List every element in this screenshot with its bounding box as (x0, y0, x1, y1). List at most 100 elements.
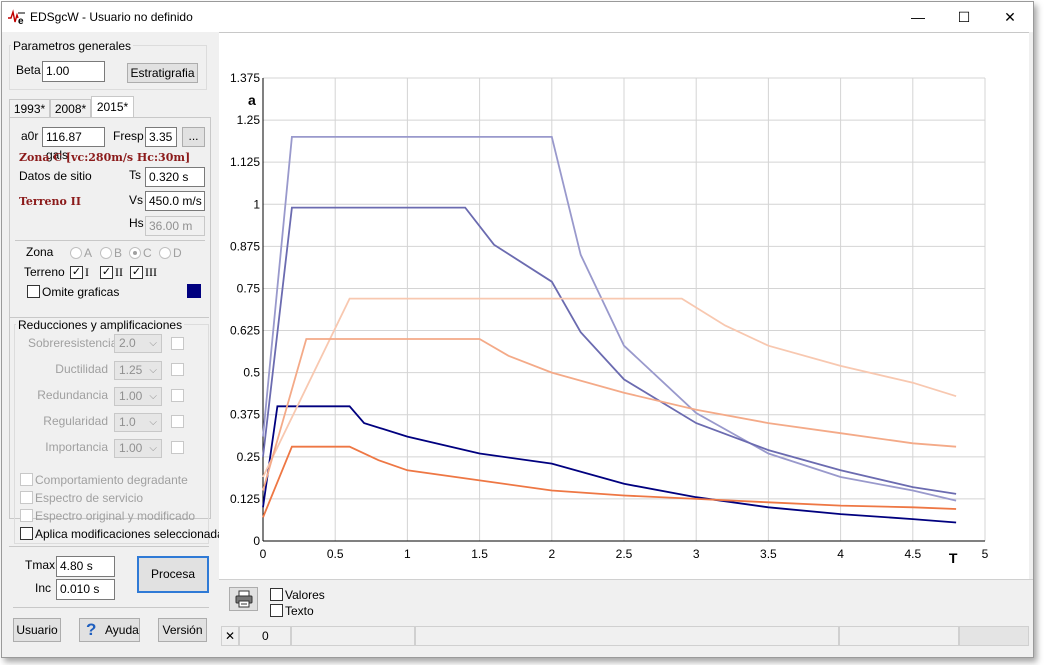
status-panel (415, 626, 839, 646)
a0r-label: a0r (21, 129, 39, 143)
valores-checkbox[interactable] (270, 588, 283, 601)
window-title: EDSgcW - Usuario no definido (30, 10, 193, 24)
y-tick-label: 0.875 (230, 239, 260, 253)
redundancia-label: Redundancia (37, 388, 108, 402)
parametros-label: Parametros generales (11, 39, 134, 53)
tmax-label: Tmax (25, 558, 55, 572)
a0r-input[interactable]: 116.87 gals (42, 127, 105, 162)
status-panel (839, 626, 959, 646)
beta-input[interactable]: 1.00 (42, 61, 105, 82)
status-close-icon[interactable]: ✕ (221, 626, 239, 646)
x-tick-label: 0 (260, 547, 267, 561)
zona-radio-c[interactable] (129, 247, 141, 259)
terreno-cb-iii[interactable]: ✓ (130, 266, 143, 279)
ductilidad-select: 1.25 ⌵ (114, 361, 162, 380)
series-line-1 (262, 136, 957, 502)
ayuda-button[interactable]: ? Ayuda (79, 618, 140, 642)
y-tick-label: 1.25 (237, 113, 261, 127)
x-tick-label: 1 (404, 547, 411, 561)
status-panel (959, 626, 1029, 646)
maximize-button[interactable]: ☐ (941, 2, 987, 32)
texto-label: Texto (285, 604, 314, 618)
ts-input[interactable]: 0.320 s (145, 167, 205, 187)
omite-graficas-label: Omite graficas (42, 285, 120, 299)
aplica-modificaciones-checkbox[interactable] (20, 527, 33, 540)
app-logo-icon: e (8, 9, 25, 25)
importancia-value: 1.00 (119, 441, 143, 455)
terreno-option-ii: II (115, 265, 123, 279)
espectro-original-checkbox (20, 509, 33, 522)
divider (13, 607, 209, 608)
svg-text:e: e (18, 16, 24, 25)
x-tick-label: 4 (837, 547, 844, 561)
left-panel: Parametros generales Beta 1.00 Estratigr… (2, 32, 230, 657)
zona-info: Zona C [vc:280m/s Hc:30m] (19, 151, 191, 164)
terreno-cb-ii[interactable]: ✓ (100, 266, 113, 279)
inc-input[interactable]: 0.010 s (56, 579, 115, 600)
usuario-button[interactable]: Usuario (13, 618, 61, 642)
status-bar: ✕ 0 (219, 626, 1033, 648)
sobreresistencia-checkbox (171, 337, 184, 350)
version-button[interactable]: Versión (158, 618, 207, 642)
x-tick-label: 3.5 (760, 547, 777, 561)
divider (15, 240, 205, 241)
y-tick-label: 0.375 (230, 408, 260, 422)
y-tick-label: 1 (253, 197, 260, 211)
status-panel (291, 626, 415, 646)
texto-checkbox[interactable] (270, 604, 283, 617)
spectrum-chart: 0 0.5 1 1.5 2 2.5 3 3.5 4 4.5 5 0 0.125 0.25 0.375 0.5 0… (230, 71, 989, 566)
series-line-4 (262, 297, 957, 478)
chevron-down-icon: ⌵ (149, 417, 157, 428)
sobreresistencia-value: 2.0 (119, 336, 136, 350)
zona-radio-b[interactable] (100, 247, 112, 259)
ts-label: Ts (129, 168, 141, 182)
inc-label: Inc (35, 581, 52, 595)
terreno-label: Terreno (24, 265, 65, 279)
divider (9, 546, 209, 547)
ayuda-label: Ayuda (105, 623, 139, 637)
minimize-button[interactable]: — (895, 2, 941, 32)
chevron-down-icon: ⌵ (149, 391, 157, 402)
importancia-checkbox (171, 441, 184, 454)
x-tick-label: 0.5 (327, 547, 344, 561)
beta-label: Beta (16, 63, 41, 77)
color-swatch[interactable] (187, 284, 201, 298)
zona-option-b: B (114, 246, 123, 260)
hs-label: Hs (129, 216, 144, 230)
zona-option-c: C (143, 246, 152, 260)
print-button[interactable] (229, 587, 258, 611)
zona-option-d: D (173, 246, 182, 260)
vs-label: Vs (129, 193, 144, 207)
chart-options-bar: Valores Texto (219, 579, 1033, 626)
comportamiento-degradante-label: Comportamiento degradante (35, 473, 188, 487)
x-axis-label: T (949, 550, 958, 566)
importancia-select: 1.00 ⌵ (114, 439, 162, 458)
vs-input[interactable]: 450.0 m/s (145, 191, 205, 211)
printer-icon (235, 590, 252, 608)
terreno-cb-i[interactable]: ✓ (70, 266, 83, 279)
redundancia-select: 1.00 ⌵ (114, 387, 162, 406)
estratigrafia-button[interactable]: Estratigrafia (127, 63, 198, 83)
y-tick-label: 0.125 (230, 492, 260, 506)
fresp-label: Fresp (113, 129, 144, 143)
terreno-option-i: I (85, 265, 89, 279)
hs-input: 36.00 m (145, 216, 205, 236)
zona-radio-d[interactable] (159, 247, 171, 259)
chevron-down-icon: ⌵ (149, 338, 157, 349)
procesa-button[interactable]: Procesa (137, 556, 209, 593)
tab-1993[interactable]: 1993* (9, 99, 50, 117)
espectro-servicio-label: Espectro de servicio (35, 491, 144, 505)
status-count: 0 (239, 626, 291, 646)
omite-graficas-checkbox[interactable] (27, 285, 40, 298)
aplica-modificaciones-label: Aplica modificaciones seleccionadas (35, 527, 230, 541)
tab-2008[interactable]: 2008* (50, 99, 91, 117)
zona-radio-a[interactable] (70, 247, 82, 259)
tmax-input[interactable]: 4.80 s (56, 556, 115, 577)
tab-2015[interactable]: 2015* (91, 96, 134, 117)
close-button[interactable]: ✕ (987, 2, 1033, 32)
zona-option-a: A (84, 246, 93, 260)
regularidad-checkbox (171, 415, 184, 428)
x-tick-label: 1.5 (471, 547, 488, 561)
more-button[interactable]: ... (182, 127, 205, 147)
fresp-input[interactable]: 3.35 (145, 127, 177, 147)
